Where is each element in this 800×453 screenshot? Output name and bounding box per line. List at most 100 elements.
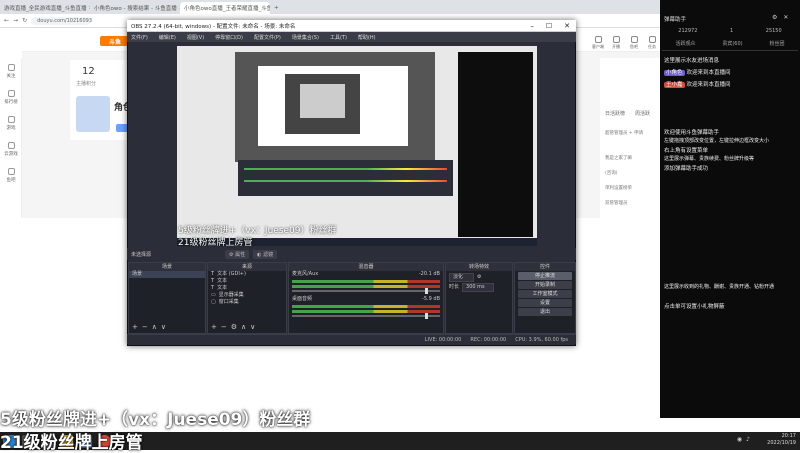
ranking-tabs: 日活跃榜 周活跃: [605, 110, 650, 117]
site-logo[interactable]: 斗鱼: [100, 36, 130, 46]
tab-active-viewers[interactable]: 活跃观众: [675, 40, 695, 47]
controls-dock: 控件 停止推流 开始录制 工作室模式 设置 退出: [514, 262, 576, 334]
menu-help[interactable]: 帮助(H): [358, 34, 376, 41]
live-status: LIVE: 00:00:00: [424, 336, 462, 343]
reload-icon[interactable]: ↻: [22, 17, 27, 24]
tab-fan-club[interactable]: 粉丝团: [770, 40, 785, 47]
chat-message: 这里展示弹幕、贵族续费、粉丝牌升级等: [664, 156, 755, 162]
mixer-channel: 桌面音频 -5.9 dB: [292, 296, 440, 302]
sources-dock: 来源 T 文本 (GDI+) T 文本 T 文本 ▭ 显示器采集 ▢ 窗口采集 + − ⚙ ∧ ∨: [207, 262, 287, 334]
gamepad-icon: [7, 115, 15, 123]
forward-icon[interactable]: →: [13, 17, 18, 24]
settings-button[interactable]: 设置: [518, 299, 572, 307]
new-tab-icon[interactable]: +: [270, 2, 284, 14]
browser-tab[interactable]: 游戏直播_全民游戏直播_斗鱼直播×: [0, 2, 90, 14]
gear-icon[interactable]: ⚙: [477, 274, 481, 281]
maximize-icon[interactable]: ☐: [546, 22, 552, 30]
ranking-line: 双管管理员: [605, 201, 628, 206]
volume-slider[interactable]: [292, 313, 440, 319]
chat-message: 这里展示收到的礼物、酬谢、贵族开通、钻粉开通: [664, 284, 775, 290]
no-source-label: 未选择源: [131, 251, 152, 258]
obs-title-bar[interactable]: OBS 27.2.4 (64-bit, windows) - 配置文件: 未命名…: [127, 20, 576, 32]
add-icon[interactable]: +: [211, 323, 217, 331]
close-icon[interactable]: ✕: [783, 14, 788, 21]
preview-nested-capture: [300, 84, 345, 118]
tasks-icon-button[interactable]: 任务: [644, 36, 660, 52]
tab-vip[interactable]: 贵宾(60): [722, 40, 742, 47]
filters-button[interactable]: ◐ 滤镜: [253, 249, 278, 259]
remove-icon[interactable]: −: [142, 323, 148, 331]
fans-count: 12: [82, 66, 95, 77]
sidebar-item-follow[interactable]: 关注: [0, 58, 22, 84]
client-icon-button[interactable]: 客户端: [590, 36, 606, 52]
source-item[interactable]: ▭ 显示器采集: [208, 292, 286, 299]
properties-button[interactable]: ⚙ 属性: [225, 249, 250, 259]
minimize-icon[interactable]: –: [530, 22, 534, 30]
sidebar-item-ranking[interactable]: 排行榜: [0, 84, 22, 110]
chat-message: 左键拖拽顶部改变位置，左键拉伸边框改变大小: [664, 138, 770, 144]
menu-profile[interactable]: 配置文件(P): [254, 34, 281, 41]
menu-file[interactable]: 文件(F): [131, 34, 148, 41]
sidebar-item-fishbar[interactable]: 鱼吧: [0, 162, 22, 188]
user-badge: 王小嘉: [664, 82, 685, 88]
ranking-panel: [600, 58, 660, 218]
tab-daily-rank[interactable]: 日活跃榜: [605, 110, 625, 117]
exit-button[interactable]: 退出: [518, 308, 572, 316]
settings-icon[interactable]: ⚙: [772, 14, 777, 21]
network-icon[interactable]: ◉: [737, 436, 742, 443]
preview-meter: [244, 180, 447, 182]
broadcast-icon-button[interactable]: 开播: [608, 36, 624, 52]
menu-view[interactable]: 视图(V): [187, 34, 204, 41]
move-up-icon[interactable]: ∧: [152, 323, 157, 331]
obs-title: OBS 27.2.4 (64-bit, windows) - 配置文件: 未命名…: [131, 23, 296, 30]
studio-mode-button[interactable]: 工作室模式: [518, 290, 572, 298]
fans-label: 主播积分: [76, 81, 97, 87]
menu-scene-collection[interactable]: 场景集合(S): [292, 34, 319, 41]
audio-mixer-dock: 混音器 麦克风/Aux -20.1 dB 桌面音频 -5.9 dB: [288, 262, 444, 334]
dock-title: 来源: [208, 263, 286, 271]
duration-field[interactable]: 300 ms: [462, 283, 494, 292]
preview-meter: [244, 168, 447, 170]
chat-message: 欢迎使用斗鱼弹幕助手: [664, 130, 720, 136]
gear-icon[interactable]: ⚙: [231, 323, 237, 331]
ranking-line: 超管管理员 + 申请: [605, 131, 644, 136]
move-down-icon[interactable]: ∨: [250, 323, 255, 331]
sidebar-item-games[interactable]: 游戏: [0, 110, 22, 136]
move-down-icon[interactable]: ∨: [161, 323, 166, 331]
mixer-channel: 麦克风/Aux -20.1 dB: [292, 271, 440, 277]
volume-slider[interactable]: [292, 288, 440, 294]
avatar[interactable]: [76, 96, 110, 132]
chat-message: 右上角有设置菜单: [664, 148, 709, 154]
volume-icon[interactable]: ♪: [746, 436, 750, 443]
browser-tab-active[interactable]: 小角色owo直播_王者荣耀直播_斗鱼×: [180, 2, 270, 14]
url-field[interactable]: douyu.com/10216093: [31, 16, 92, 25]
volume-meter: [292, 310, 440, 313]
source-item[interactable]: ▢ 窗口采集: [208, 299, 286, 306]
dock-title: 控件: [515, 263, 575, 271]
fishbar-icon-button[interactable]: 鱼吧: [626, 36, 642, 52]
source-item[interactable]: T 文本 (GDI+): [208, 271, 286, 278]
scenes-dock: 场景 场景 + − ∧ ∨: [128, 262, 206, 334]
source-item[interactable]: T 文本: [208, 285, 286, 292]
back-icon[interactable]: ←: [4, 17, 9, 24]
transition-select[interactable]: 淡化: [449, 273, 475, 282]
scene-item[interactable]: 场景: [129, 271, 205, 278]
close-icon[interactable]: ✕: [564, 22, 570, 30]
stop-streaming-button[interactable]: 停止推流: [518, 272, 572, 280]
menu-tools[interactable]: 工具(T): [330, 34, 347, 41]
sidebar-item-cloud-games[interactable]: 云游戏: [0, 136, 22, 162]
tab-weekly-rank[interactable]: 周活跃: [635, 110, 650, 117]
ranking-line: (咨询): [605, 171, 618, 176]
source-item[interactable]: T 文本: [208, 278, 286, 285]
menu-docks[interactable]: 停靠窗口(D): [215, 34, 243, 41]
text-icon: T: [211, 285, 215, 291]
remove-icon[interactable]: −: [221, 323, 227, 331]
browser-tab[interactable]: 小角色owo - 搜索结果 - 斗鱼直播×: [90, 2, 180, 14]
system-clock[interactable]: 20:17 2022/10/19: [767, 433, 796, 447]
start-recording-button[interactable]: 开始录制: [518, 281, 572, 289]
menu-edit[interactable]: 编辑(E): [159, 34, 176, 41]
volume-meter: [292, 285, 440, 288]
move-up-icon[interactable]: ∧: [241, 323, 246, 331]
chat-message: 点击单可设置小礼物屏蔽: [664, 304, 725, 310]
add-icon[interactable]: +: [132, 323, 138, 331]
